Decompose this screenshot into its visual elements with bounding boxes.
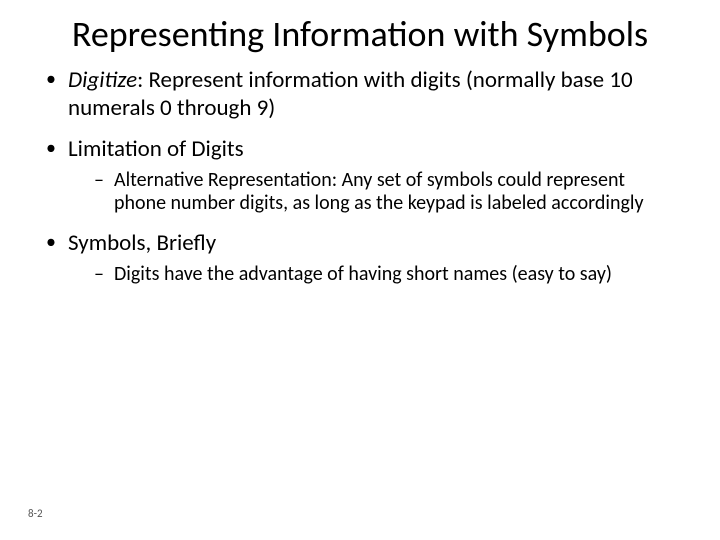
bullet-list: Digitize: Represent information with dig… [42, 67, 678, 286]
slide-title: Representing Information with Symbols [0, 0, 720, 59]
slide-body: Digitize: Represent information with dig… [0, 59, 720, 286]
symbols-heading: Symbols, Briefly [68, 229, 216, 257]
bullet-digitize: Digitize: Represent information with dig… [42, 67, 678, 121]
bullet-limitation: Limitation of Digits Alternative Represe… [42, 136, 678, 216]
page-number: 8-2 [28, 507, 43, 520]
bullet-symbols: Symbols, Briefly Digits have the advanta… [42, 230, 678, 287]
digitize-definition: : Represent information with digits (nor… [68, 66, 633, 121]
sub-list-limitation: Alternative Representation: Any set of s… [68, 169, 678, 216]
limitation-heading: Limitation of Digits [68, 135, 244, 163]
sub-bullet-alternative: Alternative Representation: Any set of s… [94, 169, 678, 216]
sub-list-symbols: Digits have the advantage of having shor… [68, 263, 678, 287]
term-digitize: Digitize [68, 66, 137, 94]
sub-bullet-short-names: Digits have the advantage of having shor… [94, 263, 678, 287]
slide: Representing Information with Symbols Di… [0, 0, 720, 540]
